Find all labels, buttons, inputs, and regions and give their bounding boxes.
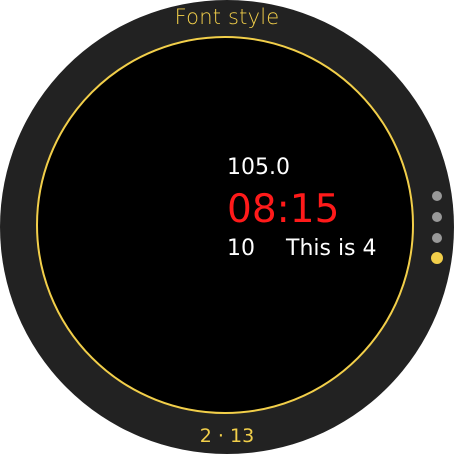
page-title: Font style <box>174 5 280 29</box>
time-display: 08:15 <box>227 187 340 232</box>
page-dot-active <box>431 252 443 264</box>
footer-page-counter: 2 · 13 <box>199 425 255 447</box>
page-dot <box>432 233 442 243</box>
page-dot <box>432 191 442 201</box>
watch-screen: Font style 105.0 08:15 10 This is 4 2 · … <box>0 0 454 454</box>
bottom-left-value: 10 <box>227 236 255 261</box>
top-value-label: 105.0 <box>227 155 290 180</box>
watch-face-preview[interactable] <box>36 36 414 414</box>
page-indicator <box>431 191 443 265</box>
bottom-right-text: This is 4 <box>286 236 377 261</box>
page-dot <box>432 212 442 222</box>
